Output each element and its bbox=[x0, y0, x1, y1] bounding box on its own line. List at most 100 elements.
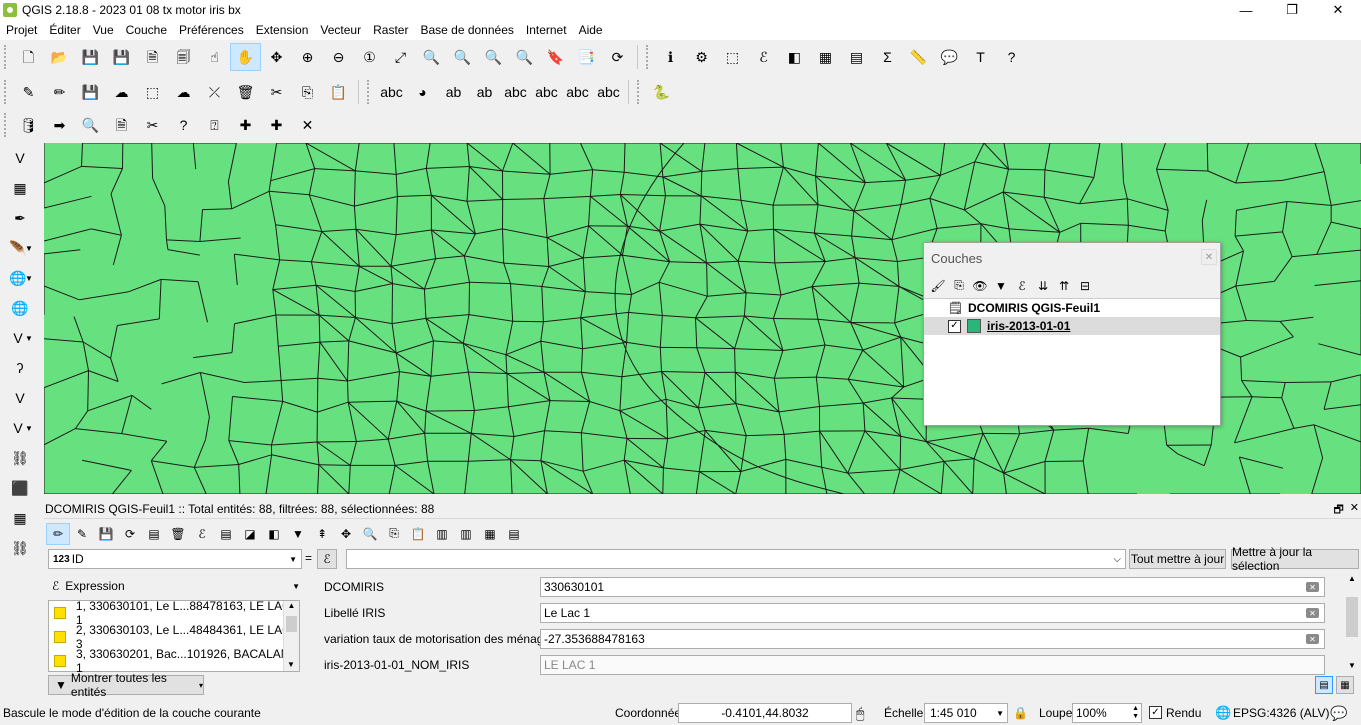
new-bookmark-button[interactable]: 🔖 bbox=[540, 43, 571, 71]
menu-9[interactable]: Internet bbox=[520, 20, 573, 40]
toolbar-handle[interactable] bbox=[4, 113, 10, 137]
pdf-button[interactable]: 🗎 bbox=[106, 111, 137, 139]
save-edits-button[interactable]: 💾 bbox=[75, 78, 106, 106]
toggle-editing-button[interactable]: ✏ bbox=[44, 78, 75, 106]
close-button[interactable]: ✕ bbox=[1315, 0, 1361, 20]
add-wcs-button[interactable]: 🌐 bbox=[0, 293, 40, 323]
zoom-next-button[interactable]: 🔍 bbox=[509, 43, 540, 71]
toggle-extents-icon[interactable]: 🖱 bbox=[856, 705, 864, 722]
update-selected-button[interactable]: Mettre à jour la sélection bbox=[1231, 545, 1359, 573]
toolbar-handle[interactable] bbox=[4, 45, 10, 69]
arrow-button[interactable]: ➡ bbox=[44, 111, 75, 139]
diagram-button[interactable]: ◕ bbox=[407, 78, 438, 106]
zoom-layer-button[interactable]: 🔍 bbox=[447, 43, 478, 71]
visibility-icon[interactable]: 👁 bbox=[970, 276, 990, 296]
menu-8[interactable]: Base de données bbox=[414, 20, 519, 40]
delete-feature-icon[interactable]: 🗑 bbox=[166, 523, 190, 545]
new-shapefile-button[interactable]: V ▼ bbox=[0, 413, 40, 443]
scrollbar-thumb[interactable] bbox=[286, 616, 297, 632]
delete-selected-button[interactable]: ⤫ bbox=[199, 78, 230, 106]
list-item[interactable]: 2, 330630103, Le L...48484361, LE LAC 3 bbox=[49, 623, 299, 651]
form-field[interactable]: -27.353688478163 ✕ bbox=[540, 629, 1325, 649]
plugin-a-button[interactable]: ✚ bbox=[230, 111, 261, 139]
style-icon[interactable]: 🖌 bbox=[928, 276, 948, 296]
invert-selection-icon[interactable]: ◪ bbox=[238, 523, 262, 545]
scroll-up-icon[interactable]: ▲ bbox=[284, 601, 299, 610]
select-features-button[interactable]: ⬚ bbox=[717, 43, 748, 71]
menu-5[interactable]: Extension bbox=[250, 20, 315, 40]
statistics-button[interactable]: Σ bbox=[872, 43, 903, 71]
maximize-button[interactable]: ❐ bbox=[1269, 0, 1315, 20]
search-button[interactable]: 🔍 bbox=[75, 111, 106, 139]
select-by-expression-button[interactable]: ℰ bbox=[748, 43, 779, 71]
lock-scale-icon[interactable]: 🔒 bbox=[1013, 706, 1028, 720]
cut-features-button[interactable]: ✂ bbox=[261, 78, 292, 106]
toolbar-handle[interactable] bbox=[646, 45, 652, 69]
pan-to-selection-button[interactable]: ✥ bbox=[261, 43, 292, 71]
add-wms-button[interactable]: 🌐 ▼ bbox=[0, 263, 40, 293]
paste-features-button[interactable]: 📋 bbox=[323, 78, 354, 106]
show-pinned-labels-button[interactable]: ab bbox=[469, 78, 500, 106]
pan-button[interactable]: ✋ bbox=[230, 43, 261, 71]
pan-to-selected-icon[interactable]: ✥ bbox=[334, 523, 358, 545]
toolbar-handle[interactable] bbox=[367, 80, 373, 104]
help-circle-button[interactable]: ? bbox=[168, 111, 199, 139]
deselect-all-icon[interactable]: ◧ bbox=[262, 523, 286, 545]
change-label-button[interactable]: abc bbox=[593, 78, 624, 106]
form-field[interactable]: 330630101 ✕ bbox=[540, 577, 1325, 597]
show-all-features-button[interactable]: ▼ Montrer toutes les entités ▾ bbox=[48, 671, 204, 699]
open-attribute-table-button[interactable]: ▦ bbox=[810, 43, 841, 71]
text-annotation-button[interactable]: T bbox=[965, 43, 996, 71]
feature-list-scrollbar[interactable]: ▲ ▼ bbox=[283, 601, 299, 671]
chevron-down-icon[interactable]: ▼ bbox=[25, 334, 33, 343]
scroll-down-icon[interactable]: ▼ bbox=[1345, 661, 1359, 670]
field-select[interactable]: 123 ID ▼ bbox=[48, 549, 302, 569]
delete-button[interactable]: 🗑 bbox=[230, 78, 261, 106]
layer-visibility-checkbox[interactable]: ✓ bbox=[948, 319, 961, 333]
toolbar-handle[interactable] bbox=[4, 80, 10, 104]
pin-labels-button[interactable]: ab bbox=[438, 78, 469, 106]
add-group-icon[interactable]: ⎘ bbox=[949, 276, 969, 296]
save-edits-icon[interactable]: 💾 bbox=[94, 523, 118, 545]
update-all-button[interactable]: Tout mettre à jour bbox=[1129, 549, 1226, 569]
gps-button[interactable]: ⛓ bbox=[0, 533, 40, 563]
menu-10[interactable]: Aide bbox=[573, 20, 609, 40]
expression-input[interactable]: ⌵ bbox=[346, 549, 1126, 569]
chevron-down-icon[interactable]: ▼ bbox=[25, 274, 33, 283]
plugin-b-button[interactable]: ✚ bbox=[261, 111, 292, 139]
menu-3[interactable]: Couche bbox=[120, 20, 173, 40]
toggle-edit-icon[interactable]: ✏ bbox=[46, 522, 70, 545]
scroll-down-icon[interactable]: ▼ bbox=[284, 660, 298, 669]
delete-field-icon[interactable]: ▥ bbox=[430, 523, 454, 545]
zoom-in-button[interactable]: ⊕ bbox=[292, 43, 323, 71]
field-calc-icon[interactable]: ▦ bbox=[478, 523, 502, 545]
minimize-button[interactable]: — bbox=[1223, 0, 1269, 20]
list-item[interactable]: 3, 330630201, Bac...101926, BACALAN 1 bbox=[49, 647, 299, 675]
toolbar-handle[interactable] bbox=[637, 80, 643, 104]
clear-icon[interactable]: ✕ bbox=[1306, 608, 1319, 618]
form-scrollbar[interactable]: ▲ ▼ bbox=[1345, 574, 1359, 672]
add-feature-icon[interactable]: ▤ bbox=[142, 523, 166, 545]
node-tool-button[interactable]: ☁ bbox=[168, 78, 199, 106]
filter-legend-icon[interactable]: ▼ bbox=[991, 276, 1011, 296]
map-tips-button[interactable]: ⚙ bbox=[686, 43, 717, 71]
move-feature-button[interactable]: ⬚ bbox=[137, 78, 168, 106]
messages-icon[interactable]: 💬 bbox=[1330, 705, 1347, 722]
field-calculator-button[interactable]: ▤ bbox=[841, 43, 872, 71]
chevron-down-icon[interactable]: ▼ bbox=[25, 424, 33, 433]
list-item[interactable]: 1, 330630101, Le L...88478163, LE LAC 1 bbox=[49, 599, 299, 627]
paste-rows-icon[interactable]: 📋 bbox=[406, 523, 430, 545]
clear-icon[interactable]: ✕ bbox=[1306, 582, 1319, 592]
render-checkbox[interactable]: ✓ bbox=[1149, 706, 1162, 719]
add-virtual-layer-button[interactable]: ʔ bbox=[0, 353, 40, 383]
coordinate-field[interactable]: -0.4101,44.8032 bbox=[678, 703, 852, 723]
zoom-full-button[interactable]: ⤢ bbox=[385, 43, 416, 71]
zoom-selection-button[interactable]: 🔍 bbox=[416, 43, 447, 71]
highlight-labels-button[interactable]: abc bbox=[500, 78, 531, 106]
save-project-button[interactable]: 💾 bbox=[75, 43, 106, 71]
scroll-up-icon[interactable]: ▲ bbox=[1345, 574, 1359, 583]
collapse-all-icon[interactable]: ⇈ bbox=[1054, 276, 1074, 296]
reload-icon[interactable]: ⟳ bbox=[118, 523, 142, 545]
zoom-to-selected-icon[interactable]: 🔍 bbox=[358, 523, 382, 545]
expand-all-icon[interactable]: ⇊ bbox=[1033, 276, 1053, 296]
